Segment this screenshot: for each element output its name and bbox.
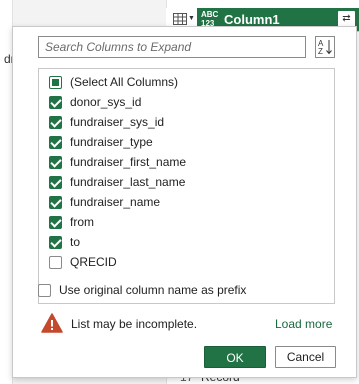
- sort-az-icon: A Z: [318, 39, 332, 56]
- column-item-fundraiser-last-name[interactable]: fundraiser_last_name: [49, 172, 185, 192]
- column-checkbox[interactable]: [49, 115, 62, 129]
- column-label: to: [70, 235, 81, 249]
- prefix-checkbox[interactable]: [38, 283, 51, 297]
- column-checkbox[interactable]: [49, 155, 62, 169]
- column-checkbox[interactable]: [49, 255, 62, 269]
- load-more-link[interactable]: Load more: [275, 317, 332, 331]
- column-checkbox[interactable]: [49, 175, 62, 189]
- column-checkbox[interactable]: [49, 135, 62, 149]
- column-label: QRECID: [70, 255, 117, 269]
- column-item-fundraiser-name[interactable]: fundraiser_name: [49, 192, 160, 212]
- column-label: donor_sys_id: [70, 95, 142, 109]
- column-item-fundraiser-type[interactable]: fundraiser_type: [49, 132, 153, 152]
- warning-text: List may be incomplete.: [71, 317, 198, 331]
- columns-list: (Select All Columns) donor_sys_id fundra…: [38, 68, 335, 304]
- expand-arrows-icon: ⇄: [342, 13, 351, 24]
- expand-columns-button[interactable]: ⇄: [338, 11, 355, 27]
- column-item-to[interactable]: to: [49, 232, 80, 252]
- column-item-fundraiser-first-name[interactable]: fundraiser_first_name: [49, 152, 186, 172]
- incomplete-warning: List may be incomplete. Load more: [41, 313, 337, 335]
- type-badge-top: ABC: [201, 10, 219, 19]
- prefix-label: Use original column name as prefix: [59, 283, 247, 297]
- column-label: fundraiser_type: [70, 135, 153, 149]
- column-label: fundraiser_first_name: [70, 155, 187, 169]
- column-checkbox[interactable]: [49, 215, 62, 229]
- table-icon[interactable]: [173, 13, 187, 25]
- expand-columns-panel: A Z (Select All Columns) donor_sys_id fu…: [12, 26, 357, 378]
- cancel-button[interactable]: Cancel: [275, 346, 336, 368]
- svg-text:Z: Z: [318, 47, 323, 56]
- select-all-label: (Select All Columns): [70, 75, 179, 89]
- column-label: from: [70, 215, 94, 229]
- column-checkbox[interactable]: [49, 95, 62, 109]
- column-item-from[interactable]: from: [49, 212, 94, 232]
- warning-icon: [41, 313, 63, 333]
- column-label: fundraiser_name: [70, 195, 161, 209]
- column-item-donor-sys-id[interactable]: donor_sys_id: [49, 92, 141, 112]
- column1-title: Column1: [224, 12, 280, 27]
- column-checkbox[interactable]: [49, 235, 62, 249]
- column-item-fundraiser-sys-id[interactable]: fundraiser_sys_id: [49, 112, 164, 132]
- column-checkbox[interactable]: [49, 195, 62, 209]
- search-columns-input[interactable]: [38, 36, 306, 58]
- table-menu-chevron-icon[interactable]: ▼: [188, 15, 195, 22]
- column-label: fundraiser_last_name: [70, 175, 186, 189]
- select-all-checkbox[interactable]: [49, 75, 62, 89]
- select-all-item[interactable]: (Select All Columns): [49, 72, 178, 92]
- ok-button[interactable]: OK: [204, 346, 266, 368]
- prefix-option[interactable]: Use original column name as prefix: [38, 283, 246, 297]
- column-item-qrecid[interactable]: QRECID: [49, 252, 117, 272]
- sort-button[interactable]: A Z: [315, 36, 335, 58]
- column-label: fundraiser_sys_id: [70, 115, 165, 129]
